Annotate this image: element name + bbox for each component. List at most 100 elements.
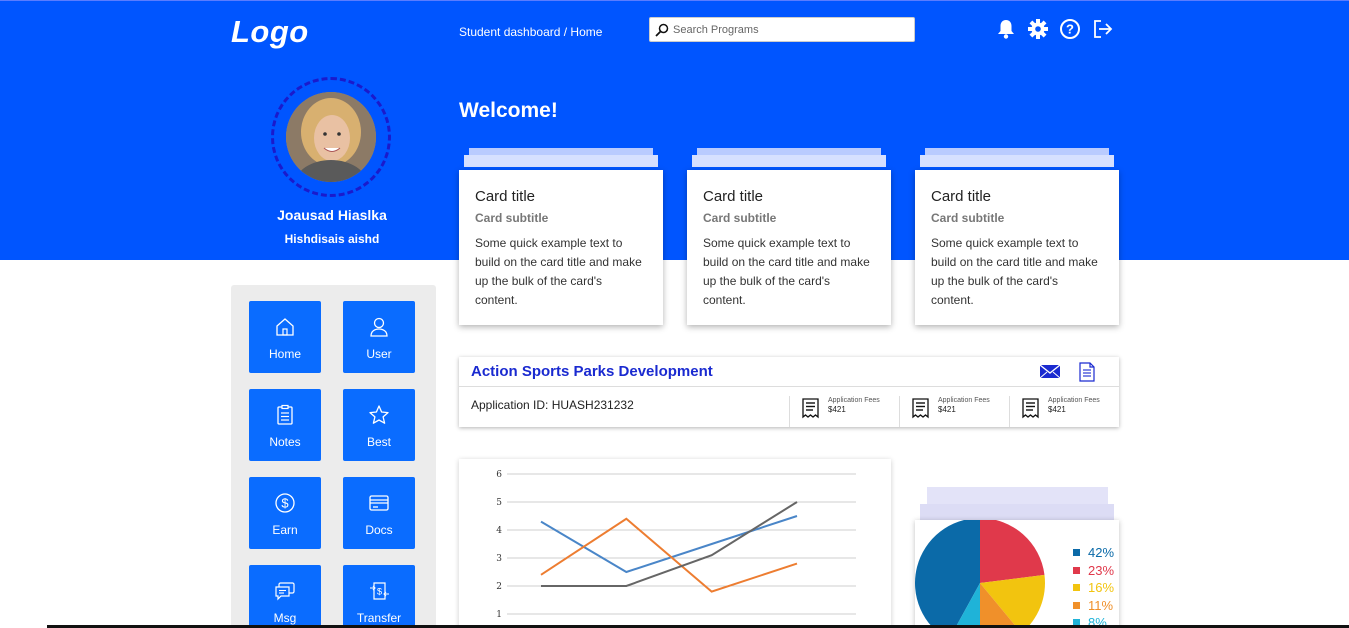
divider [459,386,1119,387]
y-tick-label: 4 [496,526,502,536]
document-icon[interactable] [1077,361,1097,388]
line-chart: 1 2 3 4 5 6 [496,470,856,620]
card-body[interactable]: Card title Card subtitle Some quick exam… [915,170,1119,325]
legend-entry: 16% [1073,579,1114,597]
avatar[interactable] [286,92,376,182]
application-id: Application ID: HUASH231232 [471,398,634,412]
application-title[interactable]: Action Sports Parks Development [471,363,713,380]
star-icon [368,403,390,427]
application-panel: Action Sports Parks Development Applicat… [459,357,1119,427]
y-tick-label: 6 [496,470,502,480]
gear-icon[interactable] [1027,17,1049,41]
sidebar-item-label: Earn [272,523,298,537]
fee-value: $421 [938,405,956,414]
sidebar-item-label: Notes [269,435,301,449]
header-actions: ? [995,17,1113,41]
info-card: Card title Card subtitle Some quick exam… [915,148,1119,326]
sidebar-item-label: Docs [365,523,393,537]
logout-icon[interactable] [1091,17,1113,41]
user-subtitle: Hishdisais aishd [284,232,380,246]
legend-entry: 11% [1073,597,1114,615]
transfer-icon: $ [368,579,390,603]
card-stack-middle [920,155,1114,167]
pie-chart-card: 42% 23% 16% 11% 8% [915,520,1119,628]
application-actions [1039,361,1097,388]
user-name: Joausad Hiaslka [277,207,387,223]
legend-label: 16% [1088,580,1115,596]
y-tick-label: 3 [496,554,502,564]
user-icon [368,315,390,339]
card-title: Card title [931,188,992,205]
svg-text:$: $ [281,496,289,511]
welcome-heading: Welcome! [459,99,558,122]
notes-icon [274,403,296,427]
search-box[interactable] [649,17,915,42]
card-stack-middle [464,155,658,167]
search-input[interactable] [673,23,903,36]
pie-chart [915,520,1045,628]
sidebar: Home User Notes Best $ Earn Docs Msg $ T… [231,285,436,628]
sidebar-item-docs[interactable]: Docs [343,477,415,549]
card-body[interactable]: Card title Card subtitle Some quick exam… [459,170,663,325]
card-subtitle: Card subtitle [703,211,777,225]
card-text: Some quick example text to build on the … [703,236,870,307]
sidebar-item-home[interactable]: Home [249,301,321,373]
receipt-icon [1022,398,1039,419]
fee-item: Application Fees $421 [1009,396,1119,427]
fee-item: Application Fees $421 [899,396,1009,427]
logo[interactable]: Logo [231,14,309,50]
message-icon [274,579,296,603]
sidebar-item-notes[interactable]: Notes [249,389,321,461]
sidebar-item-label: Msg [273,611,297,625]
legend-label: 23% [1088,562,1115,578]
sidebar-item-earn[interactable]: $ Earn [249,477,321,549]
info-card: Card title Card subtitle Some quick exam… [459,148,663,326]
home-icon [274,315,296,339]
fee-label: Application Fees [828,397,880,404]
svg-text:?: ? [1066,22,1074,37]
dashboard-page: Logo Student dashboard / Home ? [0,0,1349,628]
breadcrumb[interactable]: Student dashboard / Home [459,25,602,39]
legend-swatch [1073,584,1080,592]
sidebar-item-label: User [366,347,392,361]
y-tick-label: 2 [496,582,502,592]
fee-label: Application Fees [1048,397,1100,404]
pie-slice-1 [980,520,1045,583]
sidebar-item-user[interactable]: User [343,301,415,373]
card-subtitle: Card subtitle [931,211,1005,225]
legend-entry: 23% [1073,562,1114,580]
svg-text:$: $ [377,587,382,597]
sidebar-item-msg[interactable]: Msg [249,565,321,628]
sidebar-item-label: Transfer [356,611,402,625]
legend-swatch [1073,601,1080,609]
y-tick-label: 5 [496,498,502,508]
fee-item: Application Fees $421 [789,396,899,427]
help-icon[interactable]: ? [1059,17,1081,41]
sidebar-item-best[interactable]: Best [343,389,415,461]
receipt-icon [802,398,819,419]
search-icon [655,23,669,37]
card-body[interactable]: Card title Card subtitle Some quick exam… [687,170,891,325]
fee-value: $421 [1048,405,1066,414]
bell-icon[interactable] [995,17,1017,41]
top-border [0,0,1349,1]
sidebar-item-transfer[interactable]: $ Transfer [343,565,415,628]
legend-swatch [1073,566,1080,574]
card-title: Card title [475,188,536,205]
sidebar-item-label: Home [268,347,301,361]
sidebar-item-label: Best [366,435,391,449]
info-card: Card title Card subtitle Some quick exam… [687,148,891,326]
card-title: Card title [703,188,764,205]
legend-label: 42% [1088,545,1115,561]
card-text: Some quick example text to build on the … [931,236,1098,307]
line-chart-panel: 1 2 3 4 5 6 [459,459,891,628]
card-subtitle: Card subtitle [475,211,549,225]
y-tick-label: 1 [496,610,502,620]
mail-icon[interactable] [1039,361,1061,388]
legend-label: 11% [1088,597,1114,613]
docs-icon [368,491,390,515]
legend-entry: 42% [1073,544,1114,562]
fee-label: Application Fees [938,397,990,404]
card-text: Some quick example text to build on the … [475,236,642,307]
pie-legend: 42% 23% 16% 11% 8% [1073,544,1114,628]
